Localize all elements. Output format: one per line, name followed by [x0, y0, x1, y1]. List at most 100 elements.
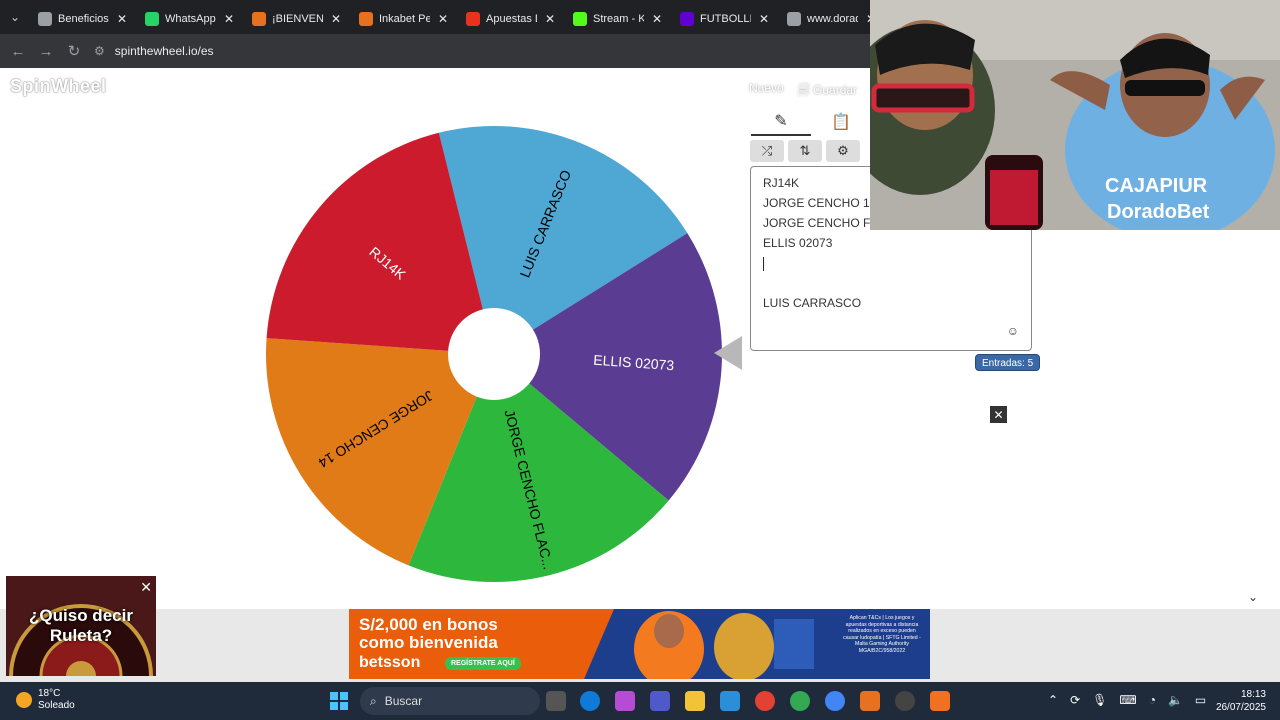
store-icon[interactable]	[720, 691, 740, 711]
close-icon[interactable]: ✕	[990, 406, 1007, 423]
panel-tabs: ✎ 📋	[751, 108, 871, 136]
close-icon[interactable]: ✕	[222, 12, 236, 26]
tab-title: www.dorad	[807, 13, 858, 25]
browser-tab[interactable]: WhatsApp ✕	[137, 5, 244, 33]
tab-strip: Beneficios l✕WhatsApp✕¡BIENVENID✕Inkabet…	[30, 1, 886, 33]
keyboard-icon[interactable]: ⌨	[1119, 693, 1136, 707]
shuffle-button[interactable]: ⤮	[750, 140, 784, 162]
url-field[interactable]: ⚙ spinthewheel.io/es	[94, 38, 854, 64]
betsson-banner[interactable]: S/2,000 en bonos como bienvenida betsson…	[349, 609, 930, 679]
sort-icon: ⇅	[799, 143, 811, 158]
webcam-image: CAJAPIUR DoradoBet	[870, 0, 1280, 230]
sort-button[interactable]: ⇅	[788, 140, 822, 162]
app-icon[interactable]	[860, 691, 880, 711]
entry-line	[763, 253, 1019, 273]
browser-tab[interactable]: Inkabet Per ✕	[351, 5, 458, 33]
banner-legal-text: Aplican T&Cs | Los juegos y apuestas dep…	[843, 615, 921, 654]
webcam-overlay: CAJAPIUR DoradoBet	[870, 0, 1280, 230]
chevron-up-icon[interactable]: ⌃	[1048, 693, 1058, 707]
close-icon[interactable]: ✕	[757, 12, 771, 26]
tab-search-button[interactable]: ⌄	[0, 0, 30, 34]
clock-date: 26/07/2025	[1215, 702, 1266, 713]
tab-title: WhatsApp	[165, 13, 216, 25]
clock[interactable]: 18:13 26/07/2025	[1214, 688, 1266, 714]
save-icon: 🗐	[797, 83, 810, 97]
sync-icon[interactable]: ⟳	[1070, 693, 1080, 707]
search-icon: ⌕	[370, 693, 377, 708]
tab-results[interactable]: 📋	[811, 108, 871, 136]
tab-title: Inkabet Per	[379, 13, 430, 25]
entry-line	[763, 273, 1019, 293]
settings-button[interactable]: ⚙	[826, 140, 860, 162]
emoji-icon[interactable]: ☺	[1007, 324, 1019, 338]
avast-icon[interactable]	[930, 691, 950, 711]
microphone-icon[interactable]: 🎙	[1092, 693, 1107, 707]
copilot-icon[interactable]	[615, 691, 635, 711]
browser-tab[interactable]: ¡BIENVENID ✕	[244, 5, 351, 33]
pencil-icon: ✎	[774, 113, 788, 130]
close-icon[interactable]: ✕	[436, 12, 450, 26]
forward-icon[interactable]: →	[32, 37, 60, 65]
inkabet-icon	[359, 12, 373, 26]
tab-edit[interactable]: ✎	[751, 108, 811, 136]
banner-brand: betsson	[359, 654, 421, 671]
banner-headline: S/2,000 en bonos como bienvenida	[359, 616, 498, 652]
browser-tab[interactable]: Stream - Ki ✕	[565, 5, 672, 33]
temperature: 18°C	[38, 688, 61, 699]
svg-text:CAJAPIUR: CAJAPIUR	[1105, 175, 1208, 197]
obs-icon[interactable]	[895, 691, 915, 711]
clipboard-icon: 📋	[831, 114, 851, 131]
chrome-profile2-icon[interactable]	[825, 691, 845, 711]
close-icon[interactable]: ✕	[329, 12, 343, 26]
yahoo-icon	[680, 12, 694, 26]
kick-icon	[573, 12, 587, 26]
teams-icon[interactable]	[650, 691, 670, 711]
sun-icon	[16, 692, 32, 708]
banner-headline-line2: como bienvenida	[359, 633, 498, 652]
close-icon[interactable]: ✕	[115, 12, 129, 26]
wifi-icon[interactable]: ◔	[1149, 693, 1156, 707]
chevron-down-icon[interactable]: ⌄	[1248, 590, 1258, 604]
chrome-icon[interactable]	[755, 691, 775, 711]
banner-cta-button[interactable]: REGÍSTRATE AQUÍ	[445, 657, 521, 670]
taskbar: 18°C Soleado ⌕ Buscar ⌃ ⟳ 🎙 ⌨ ◔ 🔈 ▭ 18:1…	[0, 682, 1280, 720]
wheel-center[interactable]	[448, 308, 540, 400]
chrome-profile-icon[interactable]	[790, 691, 810, 711]
entries-count-badge: Entradas: 5	[975, 354, 1041, 371]
reload-icon[interactable]: ↻	[60, 37, 88, 65]
banner-image: Aplican T&Cs | Los juegos y apuestas dep…	[574, 609, 930, 679]
file-explorer-icon[interactable]	[685, 691, 705, 711]
app-logo[interactable]: SpinWheel	[10, 76, 107, 97]
clock-time: 18:13	[1240, 689, 1266, 700]
browser-tab[interactable]: FUTBOLLIBR ✕	[672, 5, 779, 33]
gear-icon: ⚙	[837, 143, 849, 158]
save-button[interactable]: 🗐 Guardar	[798, 81, 857, 102]
browser-tab[interactable]: Beneficios l ✕	[30, 5, 137, 33]
weather-widget[interactable]: 18°C Soleado	[16, 688, 75, 712]
tab-title: Apuestas D	[486, 13, 537, 25]
entry-line: LUIS CARRASCO	[763, 296, 862, 310]
wheel[interactable]: LUIS CARRASCOELLIS 02073JORGE CENCHO FLA…	[260, 120, 728, 588]
editor-toolbar: ⤮ ⇅ ⚙	[750, 140, 860, 162]
wheel-pointer	[714, 336, 742, 370]
roulette-ad-line2: Ruleta?	[49, 626, 113, 645]
battery-icon[interactable]: ▭	[1195, 693, 1206, 707]
task-view-icon[interactable]	[546, 691, 566, 711]
taskbar-search[interactable]: ⌕ Buscar	[360, 687, 540, 715]
back-icon[interactable]: ←	[4, 37, 32, 65]
ad-bar: S/2,000 en bonos como bienvenida betsson…	[0, 609, 1280, 682]
save-button-label: Guardar	[813, 83, 858, 97]
browser-tab[interactable]: Apuestas D ✕	[458, 5, 565, 33]
edge-icon[interactable]	[580, 691, 600, 711]
close-icon[interactable]: ✕	[650, 12, 664, 26]
site-info-icon[interactable]: ⚙	[94, 44, 105, 58]
windows-start-icon[interactable]	[330, 692, 348, 710]
close-icon[interactable]: ✕	[543, 12, 557, 26]
roulette-ad[interactable]: ¿Quiso decir Ruleta? ✕	[6, 576, 156, 676]
new-button[interactable]: Nuevo	[749, 81, 784, 102]
inkabet-icon	[252, 12, 266, 26]
volume-icon[interactable]: 🔈	[1168, 693, 1183, 707]
close-icon[interactable]: ✕	[140, 579, 152, 596]
betano-icon	[466, 12, 480, 26]
search-placeholder: Buscar	[384, 694, 423, 708]
